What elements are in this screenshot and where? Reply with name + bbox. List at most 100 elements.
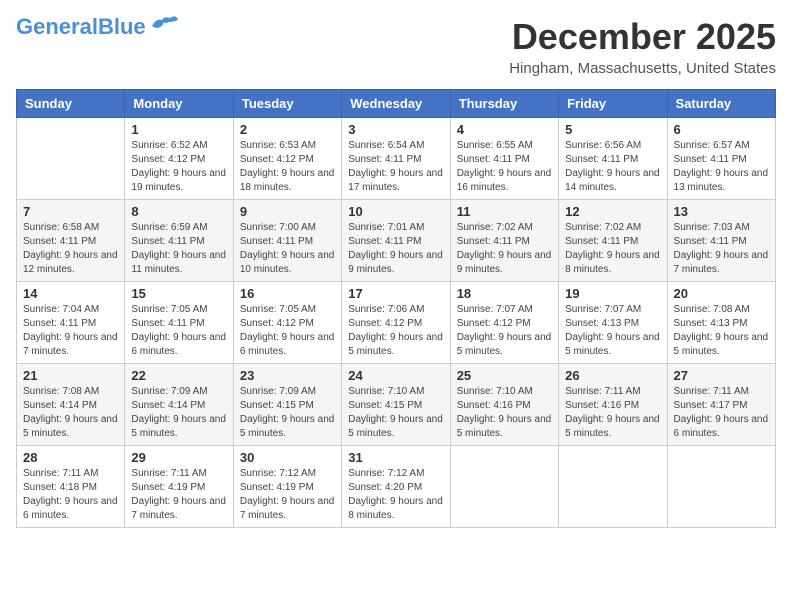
day-info: Sunrise: 6:56 AMSunset: 4:11 PMDaylight:… bbox=[565, 139, 660, 195]
day-number: 26 bbox=[565, 368, 660, 383]
day-info: Sunrise: 7:08 AMSunset: 4:14 PMDaylight:… bbox=[23, 385, 118, 441]
day-number: 28 bbox=[23, 450, 118, 465]
day-info: Sunrise: 7:04 AMSunset: 4:11 PMDaylight:… bbox=[23, 303, 118, 359]
day-info: Sunrise: 7:03 AMSunset: 4:11 PMDaylight:… bbox=[674, 221, 769, 277]
day-header-wednesday: Wednesday bbox=[342, 90, 450, 118]
day-info: Sunrise: 7:01 AMSunset: 4:11 PMDaylight:… bbox=[348, 221, 443, 277]
day-info: Sunrise: 7:05 AMSunset: 4:11 PMDaylight:… bbox=[131, 303, 226, 359]
calendar-cell: 3 Sunrise: 6:54 AMSunset: 4:11 PMDaylight… bbox=[342, 118, 450, 200]
calendar-cell: 24 Sunrise: 7:10 AMSunset: 4:15 PMDayligh… bbox=[342, 364, 450, 446]
logo-blue: Blue bbox=[98, 14, 146, 39]
calendar-cell: 13 Sunrise: 7:03 AMSunset: 4:11 PMDayligh… bbox=[667, 200, 775, 282]
day-info: Sunrise: 7:05 AMSunset: 4:12 PMDaylight:… bbox=[240, 303, 335, 359]
calendar-cell: 20 Sunrise: 7:08 AMSunset: 4:13 PMDayligh… bbox=[667, 282, 775, 364]
day-number: 18 bbox=[457, 286, 552, 301]
calendar-header-row: SundayMondayTuesdayWednesdayThursdayFrid… bbox=[17, 90, 776, 118]
day-info: Sunrise: 6:54 AMSunset: 4:11 PMDaylight:… bbox=[348, 139, 443, 195]
day-number: 9 bbox=[240, 204, 335, 219]
day-number: 29 bbox=[131, 450, 226, 465]
title-block: December 2025 Hingham, Massachusetts, Un… bbox=[509, 16, 776, 77]
day-number: 23 bbox=[240, 368, 335, 383]
day-info: Sunrise: 7:00 AMSunset: 4:11 PMDaylight:… bbox=[240, 221, 335, 277]
calendar-cell: 26 Sunrise: 7:11 AMSunset: 4:16 PMDayligh… bbox=[559, 364, 667, 446]
day-info: Sunrise: 7:10 AMSunset: 4:15 PMDaylight:… bbox=[348, 385, 443, 441]
day-header-friday: Friday bbox=[559, 90, 667, 118]
day-number: 3 bbox=[348, 122, 443, 137]
calendar-cell: 6 Sunrise: 6:57 AMSunset: 4:11 PMDaylight… bbox=[667, 118, 775, 200]
calendar-cell: 23 Sunrise: 7:09 AMSunset: 4:15 PMDayligh… bbox=[233, 364, 341, 446]
day-info: Sunrise: 7:09 AMSunset: 4:15 PMDaylight:… bbox=[240, 385, 335, 441]
day-number: 12 bbox=[565, 204, 660, 219]
calendar-cell: 17 Sunrise: 7:06 AMSunset: 4:12 PMDayligh… bbox=[342, 282, 450, 364]
day-number: 16 bbox=[240, 286, 335, 301]
day-number: 1 bbox=[131, 122, 226, 137]
day-number: 7 bbox=[23, 204, 118, 219]
calendar-cell: 28 Sunrise: 7:11 AMSunset: 4:18 PMDayligh… bbox=[17, 446, 125, 528]
calendar-cell: 5Sunrise: 6:56 AMSunset: 4:11 PMDaylight… bbox=[559, 118, 667, 200]
calendar-week-1: 1 Sunrise: 6:52 AMSunset: 4:12 PMDaylight… bbox=[17, 118, 776, 200]
day-info: Sunrise: 7:11 AMSunset: 4:19 PMDaylight:… bbox=[131, 467, 226, 523]
day-info: Sunrise: 7:09 AMSunset: 4:14 PMDaylight:… bbox=[131, 385, 226, 441]
calendar-cell: 2 Sunrise: 6:53 AMSunset: 4:12 PMDaylight… bbox=[233, 118, 341, 200]
calendar-cell: 22Sunrise: 7:09 AMSunset: 4:14 PMDayligh… bbox=[125, 364, 233, 446]
calendar-cell: 27 Sunrise: 7:11 AMSunset: 4:17 PMDayligh… bbox=[667, 364, 775, 446]
calendar-cell: 30Sunrise: 7:12 AMSunset: 4:19 PMDayligh… bbox=[233, 446, 341, 528]
day-info: Sunrise: 7:02 AMSunset: 4:11 PMDaylight:… bbox=[457, 221, 552, 277]
calendar-cell bbox=[17, 118, 125, 200]
day-number: 31 bbox=[348, 450, 443, 465]
calendar-cell: 15 Sunrise: 7:05 AMSunset: 4:11 PMDayligh… bbox=[125, 282, 233, 364]
day-number: 10 bbox=[348, 204, 443, 219]
day-info: Sunrise: 7:11 AMSunset: 4:17 PMDaylight:… bbox=[674, 385, 769, 441]
day-number: 2 bbox=[240, 122, 335, 137]
location: Hingham, Massachusetts, United States bbox=[509, 60, 776, 77]
month-title: December 2025 bbox=[509, 16, 776, 58]
day-header-tuesday: Tuesday bbox=[233, 90, 341, 118]
calendar: SundayMondayTuesdayWednesdayThursdayFrid… bbox=[16, 89, 776, 528]
day-number: 13 bbox=[674, 204, 769, 219]
calendar-cell bbox=[667, 446, 775, 528]
calendar-cell: 31 Sunrise: 7:12 AMSunset: 4:20 PMDayligh… bbox=[342, 446, 450, 528]
calendar-cell: 25 Sunrise: 7:10 AMSunset: 4:16 PMDayligh… bbox=[450, 364, 558, 446]
logo-general: General bbox=[16, 14, 98, 39]
day-info: Sunrise: 6:58 AMSunset: 4:11 PMDaylight:… bbox=[23, 221, 118, 277]
calendar-cell: 9 Sunrise: 7:00 AMSunset: 4:11 PMDaylight… bbox=[233, 200, 341, 282]
day-number: 14 bbox=[23, 286, 118, 301]
calendar-cell bbox=[450, 446, 558, 528]
day-number: 21 bbox=[23, 368, 118, 383]
day-info: Sunrise: 6:53 AMSunset: 4:12 PMDaylight:… bbox=[240, 139, 335, 195]
day-info: Sunrise: 7:07 AMSunset: 4:13 PMDaylight:… bbox=[565, 303, 660, 359]
logo: GeneralBlue bbox=[16, 16, 180, 38]
calendar-week-4: 21 Sunrise: 7:08 AMSunset: 4:14 PMDayligh… bbox=[17, 364, 776, 446]
day-number: 20 bbox=[674, 286, 769, 301]
day-number: 24 bbox=[348, 368, 443, 383]
day-number: 17 bbox=[348, 286, 443, 301]
day-number: 6 bbox=[674, 122, 769, 137]
day-info: Sunrise: 7:06 AMSunset: 4:12 PMDaylight:… bbox=[348, 303, 443, 359]
day-header-saturday: Saturday bbox=[667, 90, 775, 118]
calendar-cell: 14 Sunrise: 7:04 AMSunset: 4:11 PMDayligh… bbox=[17, 282, 125, 364]
day-number: 27 bbox=[674, 368, 769, 383]
day-number: 19 bbox=[565, 286, 660, 301]
day-number: 4 bbox=[457, 122, 552, 137]
day-number: 15 bbox=[131, 286, 226, 301]
day-info: Sunrise: 6:57 AMSunset: 4:11 PMDaylight:… bbox=[674, 139, 769, 195]
logo-text: GeneralBlue bbox=[16, 16, 146, 38]
calendar-week-2: 7 Sunrise: 6:58 AMSunset: 4:11 PMDaylight… bbox=[17, 200, 776, 282]
day-header-monday: Monday bbox=[125, 90, 233, 118]
calendar-cell: 8Sunrise: 6:59 AMSunset: 4:11 PMDaylight… bbox=[125, 200, 233, 282]
day-info: Sunrise: 7:10 AMSunset: 4:16 PMDaylight:… bbox=[457, 385, 552, 441]
day-info: Sunrise: 7:11 AMSunset: 4:18 PMDaylight:… bbox=[23, 467, 118, 523]
day-info: Sunrise: 6:52 AMSunset: 4:12 PMDaylight:… bbox=[131, 139, 226, 195]
calendar-cell: 12Sunrise: 7:02 AMSunset: 4:11 PMDayligh… bbox=[559, 200, 667, 282]
day-number: 25 bbox=[457, 368, 552, 383]
day-info: Sunrise: 7:08 AMSunset: 4:13 PMDaylight:… bbox=[674, 303, 769, 359]
calendar-cell: 21 Sunrise: 7:08 AMSunset: 4:14 PMDayligh… bbox=[17, 364, 125, 446]
day-info: Sunrise: 7:12 AMSunset: 4:20 PMDaylight:… bbox=[348, 467, 443, 523]
calendar-cell: 4Sunrise: 6:55 AMSunset: 4:11 PMDaylight… bbox=[450, 118, 558, 200]
calendar-cell bbox=[559, 446, 667, 528]
day-number: 30 bbox=[240, 450, 335, 465]
day-info: Sunrise: 7:07 AMSunset: 4:12 PMDaylight:… bbox=[457, 303, 552, 359]
day-header-thursday: Thursday bbox=[450, 90, 558, 118]
day-info: Sunrise: 7:11 AMSunset: 4:16 PMDaylight:… bbox=[565, 385, 660, 441]
calendar-cell: 16 Sunrise: 7:05 AMSunset: 4:12 PMDayligh… bbox=[233, 282, 341, 364]
